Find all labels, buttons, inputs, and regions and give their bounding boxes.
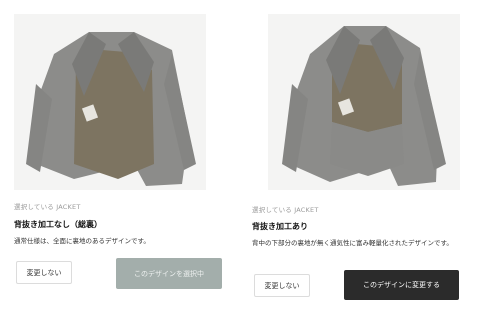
change-to-design-button[interactable]: このデザインに変更する [344, 270, 459, 300]
keep-design-button[interactable]: 変更しない [254, 274, 310, 297]
design-option-description: 背中の下部分の裏地が無く通気性に富み軽量化されたデザインです。 [252, 239, 453, 247]
jacket-photo [14, 14, 206, 190]
design-option-title: 背抜き加工あり [252, 222, 308, 231]
jacket-image-icon [14, 14, 206, 190]
selected-jacket-caption: 選択している JACKET [14, 203, 81, 211]
selected-jacket-caption: 選択している JACKET [252, 206, 319, 214]
design-option-card-full-lining: 選択している JACKET 背抜き加工なし（総裏） 通常仕様は、全面に裏地のある… [0, 0, 230, 319]
keep-design-button[interactable]: 変更しない [16, 261, 72, 284]
design-selected-button: このデザインを選択中 [116, 258, 222, 289]
design-option-description: 通常仕様は、全面に裏地のあるデザインです。 [14, 237, 150, 245]
design-option-card-back-lining-cut: 選択している JACKET 背抜き加工あり 背中の下部分の裏地が無く通気性に富み… [250, 0, 480, 319]
jacket-image-icon [268, 14, 460, 190]
design-option-title: 背抜き加工なし（総裏） [14, 220, 102, 229]
jacket-photo [268, 14, 460, 190]
